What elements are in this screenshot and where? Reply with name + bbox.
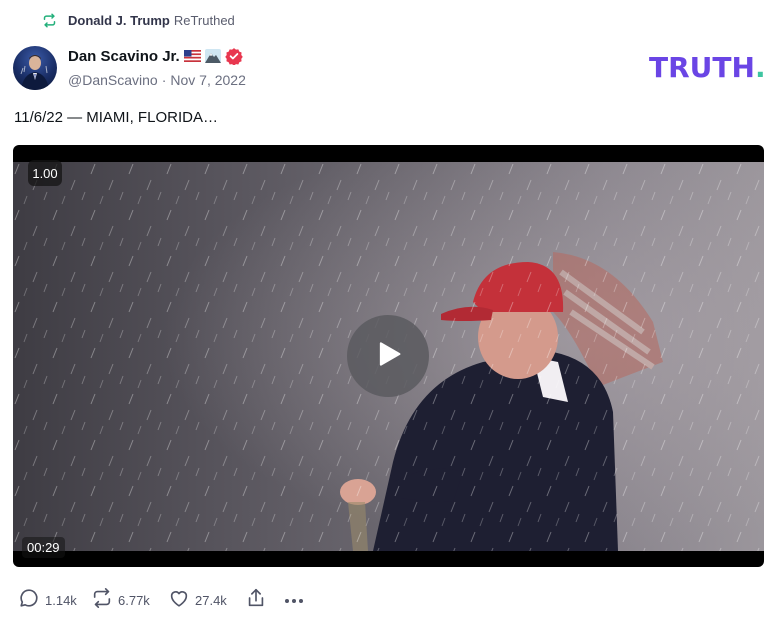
retruth-icon xyxy=(40,11,58,29)
video-player[interactable]: 1.00 00:29 xyxy=(13,145,764,567)
action-bar: 1.14k 6.77k 27.4k xyxy=(18,587,304,614)
verified-icon xyxy=(224,47,243,65)
retruth-action-icon xyxy=(91,587,113,614)
reply-icon xyxy=(18,587,40,614)
more-icon xyxy=(284,591,304,609)
play-button[interactable] xyxy=(347,315,429,397)
reply-count: 1.14k xyxy=(45,592,77,608)
logo-text: TRUTH xyxy=(649,51,755,84)
post-date[interactable]: Nov 7, 2022 xyxy=(170,72,246,88)
retruth-user-link[interactable]: Donald J. Trump xyxy=(68,13,170,28)
author-row: Dan Scavino Jr. xyxy=(68,47,243,65)
meta-separator: · xyxy=(161,72,167,88)
author-handle[interactable]: @DanScavino xyxy=(68,72,158,88)
retruth-banner: Donald J. Trump ReTruthed xyxy=(40,11,235,29)
logo-dot: . xyxy=(754,51,766,84)
retruth-button[interactable]: 6.77k xyxy=(91,587,163,614)
retruth-count: 6.77k xyxy=(118,592,150,608)
author-meta: @DanScavino · Nov 7, 2022 xyxy=(68,72,246,88)
author-name[interactable]: Dan Scavino Jr. xyxy=(68,48,180,65)
retruth-label: ReTruthed xyxy=(173,12,235,28)
like-icon xyxy=(168,587,190,614)
share-button[interactable] xyxy=(245,587,267,614)
like-button[interactable]: 27.4k xyxy=(168,587,240,614)
more-options-button[interactable] xyxy=(284,591,304,609)
share-icon xyxy=(245,587,267,614)
playback-speed-badge[interactable]: 1.00 xyxy=(28,160,62,186)
us-flag-icon xyxy=(183,50,201,62)
mountain-emoji-icon xyxy=(204,49,221,63)
truth-logo: TRUTH. xyxy=(649,52,766,84)
avatar[interactable] xyxy=(13,46,57,90)
post-text: 11/6/22 — MIAMI, FLORIDA… xyxy=(14,109,218,126)
reply-button[interactable]: 1.14k xyxy=(18,587,78,614)
play-icon xyxy=(371,337,405,376)
like-count: 27.4k xyxy=(195,592,227,608)
video-duration: 00:29 xyxy=(22,537,65,558)
